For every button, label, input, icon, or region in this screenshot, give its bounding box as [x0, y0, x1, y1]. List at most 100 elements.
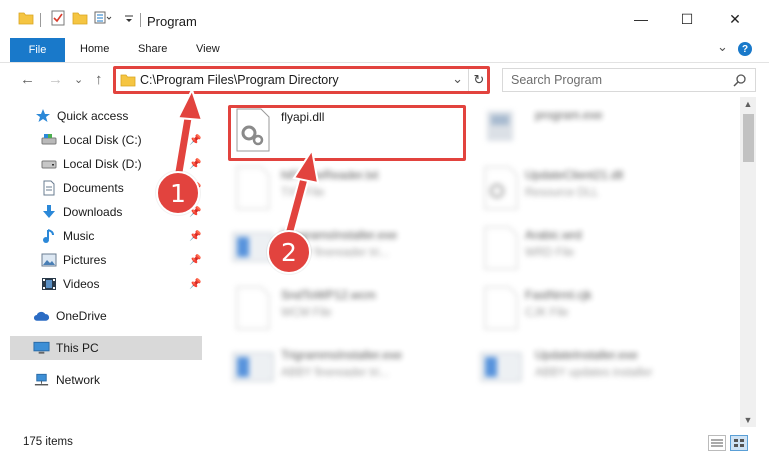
expand-ribbon-icon[interactable]: ⌄ [717, 39, 728, 55]
sidebar-item-quick-access[interactable]: Quick access [34, 105, 128, 127]
ribbon-tabs: File Home Share View ⌄ ? [0, 38, 769, 63]
sidebar-item-videos[interactable]: Videos [40, 273, 99, 295]
sidebar-item-label: Local Disk (D:) [63, 157, 142, 171]
file-name: hiFlameReader.txt [281, 168, 379, 182]
scroll-thumb[interactable] [743, 114, 754, 162]
scroll-down-icon[interactable]: ▼ [740, 413, 756, 427]
file-item-txt[interactable]: hiFlameReader.txt TXT File [231, 165, 471, 215]
music-icon [42, 229, 54, 243]
file-type: WCM File [281, 307, 332, 319]
sidebar-item-pictures[interactable]: Pictures [40, 249, 106, 271]
sidebar-item-music[interactable]: Music [40, 225, 94, 247]
sidebar-item-local-disk-c[interactable]: Local Disk (C:) [40, 129, 142, 151]
file-type: ABBY finereader tri... [281, 367, 389, 379]
file-item-wcm[interactable]: SndToWP12.wcm WCM File [231, 285, 471, 335]
back-arrow-icon[interactable]: ← [20, 71, 35, 88]
file-item-updateclient-dll[interactable]: UpdateClient21.dll Resource DLL [479, 165, 719, 215]
forward-arrow-icon[interactable]: → [48, 71, 63, 88]
folder-icon[interactable] [18, 10, 34, 26]
scroll-up-icon[interactable]: ▲ [740, 97, 756, 111]
vertical-scrollbar[interactable]: ▲ ▼ [740, 97, 756, 427]
pin-icon[interactable]: 📌 [189, 255, 201, 266]
file-type: WRD File [525, 247, 575, 259]
new-folder-icon[interactable] [72, 10, 88, 26]
tab-file[interactable]: File [10, 38, 65, 62]
documents-icon [43, 180, 54, 196]
large-icons-view-icon[interactable] [730, 435, 748, 451]
installer-icon [480, 352, 522, 382]
details-view-icon[interactable] [708, 435, 726, 451]
blank-file-icon [484, 226, 518, 270]
sidebar-item-label: OneDrive [56, 309, 107, 323]
file-type: TXT File [281, 187, 325, 199]
blank-file-icon [484, 286, 518, 330]
computer-icon [33, 341, 50, 354]
download-icon [42, 205, 55, 218]
customize-toolbar-icon[interactable] [94, 10, 112, 26]
file-item-update-installer[interactable]: UpdateInstaller.exe ABBY updates install… [479, 345, 719, 395]
search-box[interactable]: Search Program [502, 68, 756, 92]
file-name: UpdateInstaller.exe [535, 348, 638, 362]
videos-icon [41, 278, 56, 290]
status-bar: 175 items [0, 433, 769, 453]
maximize-button[interactable]: ☐ [664, 0, 710, 38]
file-name: Arabic.wrd [525, 228, 582, 242]
file-name: FastNrml.cjk [525, 288, 592, 302]
file-item-arabic-wrd[interactable]: Arabic.wrd WRD File [479, 225, 719, 275]
network-icon [34, 373, 49, 386]
file-highlight-box [228, 105, 466, 161]
chevron-down-icon[interactable] [124, 10, 134, 26]
title-separator [140, 13, 141, 27]
pin-icon[interactable]: 📌 [189, 159, 201, 170]
navigation-pane: Quick access Local Disk (C:) 📌 Local Dis… [0, 97, 202, 427]
sidebar-item-documents[interactable]: Documents [40, 177, 124, 199]
sidebar-item-label: Quick access [57, 109, 129, 123]
file-type: CJK File [525, 307, 569, 319]
close-button[interactable]: ✕ [712, 0, 758, 38]
file-item-cjk[interactable]: FastNrml.cjk CJK File [479, 285, 719, 335]
sidebar-item-onedrive[interactable]: OneDrive [33, 305, 107, 327]
file-name: TrigrammsInstaller.exe [281, 348, 402, 362]
file-item-trigramms-installer[interactable]: TrigrammsInstaller.exe ABBY finereader t… [231, 345, 471, 395]
exe-icon [487, 111, 513, 141]
pin-icon[interactable]: 📌 [189, 135, 201, 146]
sidebar-item-label: Music [63, 229, 95, 243]
minimize-button[interactable]: — [618, 0, 664, 38]
drive-icon [41, 134, 56, 145]
tab-view[interactable]: View [196, 43, 220, 55]
address-row: ← → ⌄ ↑ C:\Program Files\Program Directo… [0, 63, 769, 97]
window-title: Program [147, 14, 197, 29]
search-input[interactable]: Search Program [511, 73, 602, 87]
help-icon[interactable]: ? [738, 42, 752, 56]
title-bar: Program — ☐ ✕ [0, 0, 769, 38]
file-type: ABBY updates installer [535, 367, 653, 379]
sidebar-item-network[interactable]: Network [33, 369, 100, 391]
star-icon [35, 109, 50, 122]
recent-locations-icon[interactable]: ⌄ [74, 73, 83, 86]
dll-gear-icon [484, 166, 518, 210]
pin-icon[interactable]: 📌 [189, 231, 201, 242]
file-name: SndToWP12.wcm [281, 288, 376, 302]
tab-share[interactable]: Share [138, 43, 167, 55]
file-item-program-exe[interactable]: program.exe [479, 105, 719, 155]
properties-icon[interactable] [50, 10, 66, 26]
file-type: Resource DLL [525, 187, 599, 199]
address-highlight-box [113, 66, 490, 94]
drive-icon [41, 160, 56, 169]
search-icon[interactable] [733, 73, 747, 87]
blank-file-icon [236, 286, 270, 330]
sidebar-item-label: Downloads [63, 205, 123, 219]
pin-icon[interactable]: 📌 [189, 279, 201, 290]
up-arrow-icon[interactable]: ↑ [95, 71, 103, 88]
text-file-icon [236, 166, 270, 210]
sidebar-item-label: Pictures [63, 253, 107, 267]
file-name: program.exe [535, 108, 603, 122]
sidebar-item-label: Documents [63, 181, 124, 195]
sidebar-item-local-disk-d[interactable]: Local Disk (D:) [40, 153, 142, 175]
pictures-icon [41, 253, 56, 267]
step-callout-2: 2 [267, 230, 311, 274]
tab-home[interactable]: Home [80, 43, 109, 55]
sidebar-item-label: Local Disk (C:) [63, 133, 142, 147]
sidebar-item-this-pc[interactable]: This PC [33, 337, 99, 359]
sidebar-item-downloads[interactable]: Downloads [40, 201, 122, 223]
